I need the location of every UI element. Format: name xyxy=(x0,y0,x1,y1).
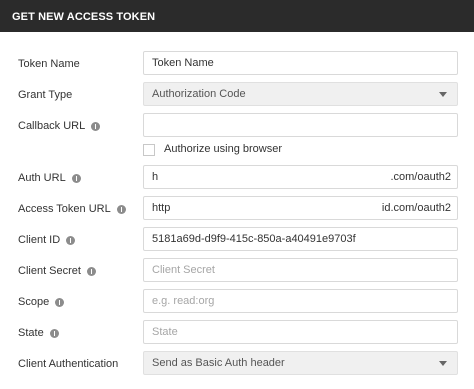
grant-type-select[interactable]: Authorization Code xyxy=(143,82,458,106)
callback-url-label: Callback URL xyxy=(18,113,101,139)
client-secret-input[interactable]: Client Secret xyxy=(143,258,458,282)
access-token-url-value-start: http xyxy=(152,202,171,214)
grant-type-value: Authorization Code xyxy=(152,88,246,100)
auth-url-value-start: h xyxy=(152,171,159,183)
row-scope: Scope e.g. read:org xyxy=(0,289,474,315)
chevron-down-icon xyxy=(439,92,447,97)
row-client-secret: Client Secret Client Secret xyxy=(0,258,474,284)
state-input[interactable]: State xyxy=(143,320,458,344)
client-authentication-select[interactable]: Send as Basic Auth header xyxy=(143,351,458,375)
dialog-title: GET NEW ACCESS TOKEN xyxy=(0,0,474,32)
client-id-label: Client ID xyxy=(18,227,76,253)
row-token-name: Token Name Token Name xyxy=(0,51,474,77)
info-icon[interactable] xyxy=(55,297,65,307)
grant-type-label: Grant Type xyxy=(18,89,73,101)
authorize-browser-label: Authorize using browser xyxy=(164,143,283,155)
info-icon[interactable] xyxy=(91,121,101,131)
client-id-input[interactable]: 5181a69d-d9f9-415c-850a-a40491e9703f xyxy=(143,227,458,251)
info-icon[interactable] xyxy=(71,173,81,183)
auth-url-value-end: .com/oauth2 xyxy=(390,171,451,183)
client-secret-label: Client Secret xyxy=(18,258,96,284)
access-token-url-label: Access Token URL xyxy=(18,196,126,222)
client-authentication-label: Client Authentication xyxy=(18,358,119,370)
row-access-token-url: Access Token URL http id.com/oauth2 xyxy=(0,196,474,222)
row-grant-type: Grant Type Authorization Code xyxy=(0,82,474,108)
auth-url-label: Auth URL xyxy=(18,165,81,191)
state-label: State xyxy=(18,320,59,346)
access-token-url-input[interactable]: http id.com/oauth2 xyxy=(143,196,458,220)
scope-input[interactable]: e.g. read:org xyxy=(143,289,458,313)
chevron-down-icon xyxy=(439,361,447,366)
row-client-id: Client ID 5181a69d-d9f9-415c-850a-a40491… xyxy=(0,227,474,253)
info-icon[interactable] xyxy=(86,266,96,276)
row-state: State State xyxy=(0,320,474,346)
info-icon[interactable] xyxy=(116,204,126,214)
callback-url-input[interactable] xyxy=(143,113,458,137)
scope-label: Scope xyxy=(18,289,65,315)
row-auth-url: Auth URL h .com/oauth2 xyxy=(0,165,474,191)
client-authentication-value: Send as Basic Auth header xyxy=(152,357,285,369)
row-client-authentication: Client Authentication Send as Basic Auth… xyxy=(0,351,474,377)
info-icon[interactable] xyxy=(66,235,76,245)
info-icon[interactable] xyxy=(49,328,59,338)
access-token-url-value-end: id.com/oauth2 xyxy=(381,202,451,214)
authorize-browser-checkbox[interactable] xyxy=(143,144,155,156)
token-name-input[interactable]: Token Name xyxy=(143,51,458,75)
auth-url-input[interactable]: h .com/oauth2 xyxy=(143,165,458,189)
row-callback-url: Callback URL xyxy=(0,113,474,139)
token-name-label: Token Name xyxy=(18,58,80,70)
